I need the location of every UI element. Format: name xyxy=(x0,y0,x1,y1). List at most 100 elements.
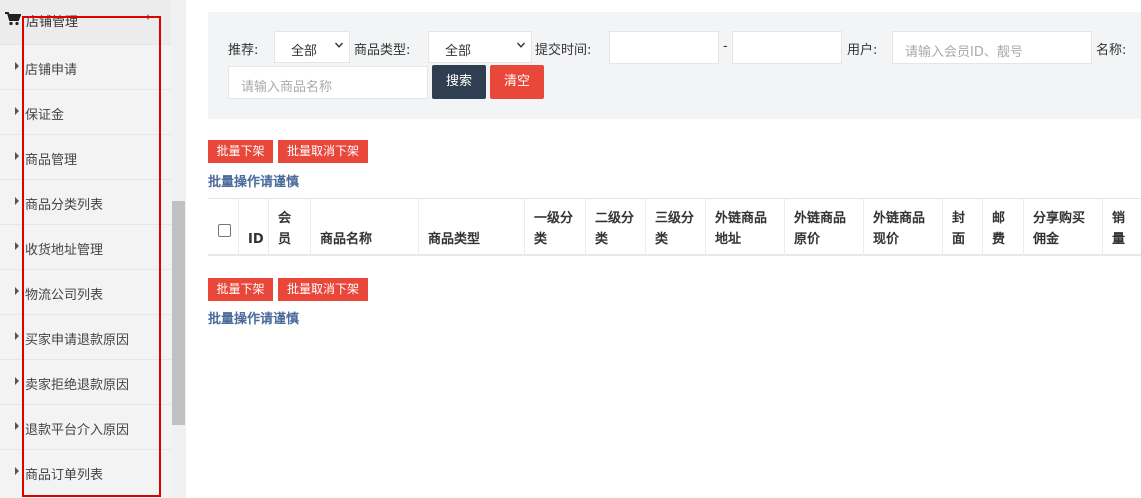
time-range-separator: - xyxy=(723,39,728,54)
sidebar-item-deposit[interactable]: 保证金 xyxy=(0,89,171,134)
recommend-select[interactable]: 全部 xyxy=(274,31,350,63)
th-external-current-price-l1: 外链商品 xyxy=(873,211,926,226)
sidebar-item-platform-intervention-reason[interactable]: 退款平台介入原因 xyxy=(0,404,171,449)
th-shipping[interactable]: 邮费 xyxy=(983,199,1024,256)
th-sales-l2: 量 xyxy=(1112,232,1126,247)
chevron-right-icon: › xyxy=(146,10,152,25)
sidebar-item-label: 保证金 xyxy=(25,108,65,123)
caret-right-icon xyxy=(15,332,19,340)
th-id-l1: ID xyxy=(248,232,264,247)
th-product-type-l1: 商品类型 xyxy=(428,232,481,247)
sidebar-item-shop-apply[interactable]: 店铺申请 xyxy=(0,44,171,89)
product-name-placeholder: 请输入商品名称 xyxy=(241,80,333,95)
th-external-current-price-l2: 现价 xyxy=(873,232,900,247)
caret-right-icon xyxy=(15,467,19,475)
product-name-input[interactable]: 请输入商品名称 xyxy=(228,66,428,99)
th-sales[interactable]: 销量 xyxy=(1103,199,1141,256)
batch-cancel-offshelf-button-bottom[interactable]: 批量取消下架 xyxy=(278,278,368,301)
sidebar-item-label: 物流公司列表 xyxy=(25,288,104,303)
user-search-placeholder: 请输入会员ID、靓号 xyxy=(905,45,1023,60)
caret-right-icon xyxy=(15,242,19,250)
sidebar-item-order-list[interactable]: 商品订单列表 xyxy=(0,449,171,494)
th-category-l2[interactable]: 二级分类 xyxy=(586,199,646,256)
th-category-l1-l1: 一级分 xyxy=(534,211,574,226)
caret-right-icon xyxy=(15,197,19,205)
user-search-input[interactable]: 请输入会员ID、靓号 xyxy=(892,31,1092,64)
th-cover-l2: 面 xyxy=(952,232,966,247)
sidebar-item-seller-reject-reason[interactable]: 卖家拒绝退款原因 xyxy=(0,359,171,404)
th-shipping-l1: 邮 xyxy=(992,211,1006,226)
sidebar: 店铺管理 › 店铺申请 保证金 商品管理 商品分类列表 收货地址管理 物流公司列… xyxy=(0,0,171,498)
caret-right-icon xyxy=(15,107,19,115)
batch-warning-text-bottom: 批量操作请谨慎 xyxy=(208,312,300,327)
caret-right-icon xyxy=(15,62,19,70)
th-shipping-l2: 费 xyxy=(992,232,1006,247)
th-category-l2-l1: 二级分 xyxy=(595,211,635,226)
sidebar-item-label: 卖家拒绝退款原因 xyxy=(25,378,130,393)
cart-icon xyxy=(5,12,21,26)
sidebar-item-product-management[interactable]: 商品管理 xyxy=(0,134,171,179)
th-share-commission-l1: 分享购买 xyxy=(1033,211,1086,226)
sidebar-item-label: 商品管理 xyxy=(25,153,78,168)
sidebar-item-label: 收货地址管理 xyxy=(25,243,104,258)
sidebar-item-buyer-refund-reason[interactable]: 买家申请退款原因 xyxy=(0,314,171,359)
th-product-type[interactable]: 商品类型 xyxy=(419,199,525,256)
caret-right-icon xyxy=(15,152,19,160)
th-cover-l1: 封 xyxy=(952,211,966,226)
th-category-l3-l1: 三级分 xyxy=(655,211,695,226)
th-category-l1[interactable]: 一级分类 xyxy=(525,199,586,256)
sidebar-scrollbar-thumb[interactable] xyxy=(172,201,185,425)
product-type-label: 商品类型: xyxy=(354,43,411,58)
th-external-url-l1: 外链商品 xyxy=(715,211,768,226)
th-external-current-price[interactable]: 外链商品 现价 xyxy=(864,199,943,256)
clear-button[interactable]: 清空 xyxy=(490,65,544,99)
start-time-input[interactable] xyxy=(609,31,719,64)
th-category-l2-l2: 类 xyxy=(595,232,609,247)
user-label: 用户: xyxy=(847,43,878,58)
th-cover[interactable]: 封面 xyxy=(943,199,983,256)
product-table-header: ID 会员 商品名称 商品类型 一级分类 二级分类 三级分类 外链商品 地址 外链… xyxy=(208,198,1141,256)
recommend-label: 推荐: xyxy=(228,43,259,58)
th-share-commission-l2: 佣金 xyxy=(1033,232,1060,247)
sidebar-item-category-list[interactable]: 商品分类列表 xyxy=(0,179,171,224)
th-member-l1: 会 xyxy=(278,211,292,226)
product-name-label: 名称: xyxy=(1096,43,1127,58)
chevron-down-icon xyxy=(517,42,525,48)
th-product-name-l1: 商品名称 xyxy=(320,232,373,247)
batch-offshelf-button-bottom[interactable]: 批量下架 xyxy=(208,278,273,301)
submit-time-label: 提交时间: xyxy=(535,43,592,58)
sidebar-item-logistics-list[interactable]: 物流公司列表 xyxy=(0,269,171,314)
th-category-l1-l2: 类 xyxy=(534,232,548,247)
sidebar-group-shop-management[interactable]: 店铺管理 › xyxy=(0,0,171,44)
chevron-down-icon xyxy=(335,42,343,48)
th-share-commission[interactable]: 分享购买 佣金 xyxy=(1024,199,1103,256)
th-category-l3-l2: 类 xyxy=(655,232,669,247)
sidebar-item-label: 店铺申请 xyxy=(25,63,78,78)
th-member[interactable]: 会员 xyxy=(269,199,311,256)
sidebar-item-address-management[interactable]: 收货地址管理 xyxy=(0,224,171,269)
select-all-checkbox[interactable] xyxy=(218,224,231,237)
th-category-l3[interactable]: 三级分类 xyxy=(646,199,706,256)
th-id[interactable]: ID xyxy=(239,199,269,256)
caret-right-icon xyxy=(15,377,19,385)
search-button[interactable]: 搜索 xyxy=(432,65,486,99)
th-external-original-price-l2: 原价 xyxy=(794,232,821,247)
th-external-original-price[interactable]: 外链商品 原价 xyxy=(785,199,864,256)
batch-cancel-offshelf-button[interactable]: 批量取消下架 xyxy=(278,140,368,163)
th-external-url[interactable]: 外链商品 地址 xyxy=(706,199,785,256)
th-select-all xyxy=(208,199,239,256)
th-product-name[interactable]: 商品名称 xyxy=(311,199,419,256)
th-member-l2: 员 xyxy=(278,232,292,247)
caret-right-icon xyxy=(15,287,19,295)
product-type-select[interactable]: 全部 xyxy=(428,31,532,63)
sidebar-item-label: 退款平台介入原因 xyxy=(25,423,130,438)
th-external-original-price-l1: 外链商品 xyxy=(794,211,847,226)
caret-right-icon xyxy=(15,422,19,430)
th-sales-l1: 销 xyxy=(1112,211,1126,226)
product-type-select-value: 全部 xyxy=(445,44,472,59)
sidebar-group-title: 店铺管理 xyxy=(26,15,79,30)
batch-offshelf-button[interactable]: 批量下架 xyxy=(208,140,273,163)
sidebar-item-label: 商品订单列表 xyxy=(25,468,104,483)
sidebar-item-label: 买家申请退款原因 xyxy=(25,333,130,348)
end-time-input[interactable] xyxy=(732,31,842,64)
